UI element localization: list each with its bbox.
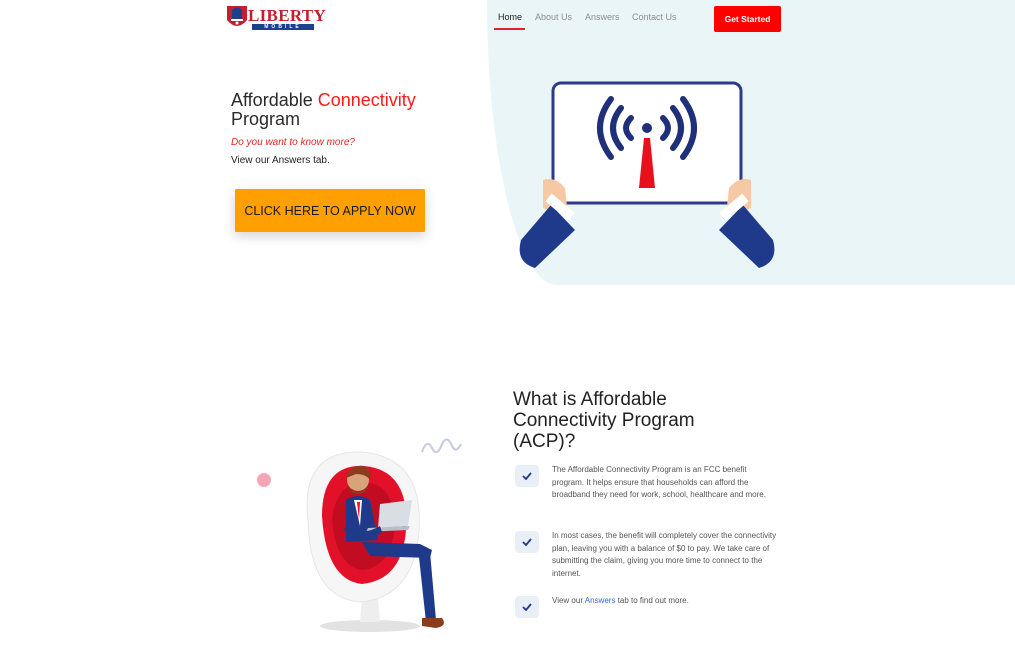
nav-contact-us[interactable]: Contact Us [632,12,677,22]
answers-link[interactable]: Answers [585,596,616,605]
acp-heading: What is Affordable Connectivity Program … [513,389,695,452]
hero-title: Affordable Connectivity Program [231,91,471,129]
brand-name: LIBERTY [248,6,327,25]
feature-text: View our Answers tab to find out more. [552,595,778,608]
nav-about-us[interactable]: About Us [535,12,572,22]
tablet-signal-illustration [519,81,775,268]
man-in-egg-chair-illustration [257,438,462,632]
nav-answers[interactable]: Answers [585,12,620,22]
checkmark-icon [515,596,539,618]
liberty-bell-icon [227,6,247,26]
get-started-button[interactable]: Get Started [714,6,781,32]
hero-title-highlight: Connectivity [317,90,416,110]
brand-sub: MOBILE [252,24,314,30]
feature-text-post: tab to find out more. [615,596,689,605]
nav-active-indicator [494,28,525,30]
feature-text: In most cases, the benefit will complete… [552,531,777,578]
nav-home[interactable]: Home [498,12,522,22]
feature-text-pre: View our [552,596,585,605]
hero-title-part1: Affordable [231,90,318,110]
hero-subtext: View our Answers tab. [231,155,330,166]
hero-question: Do you want to know more? [231,137,355,148]
liberty-logo[interactable]: LIBERTY MOBILE [225,2,326,32]
apply-now-button[interactable]: CLICK HERE TO APPLY NOW [235,189,425,232]
hero-title-part2: Program [231,109,301,129]
checkmark-icon [515,465,539,487]
checkmark-icon [515,531,539,553]
feature-text: The Affordable Connectivity Program is a… [552,465,766,499]
